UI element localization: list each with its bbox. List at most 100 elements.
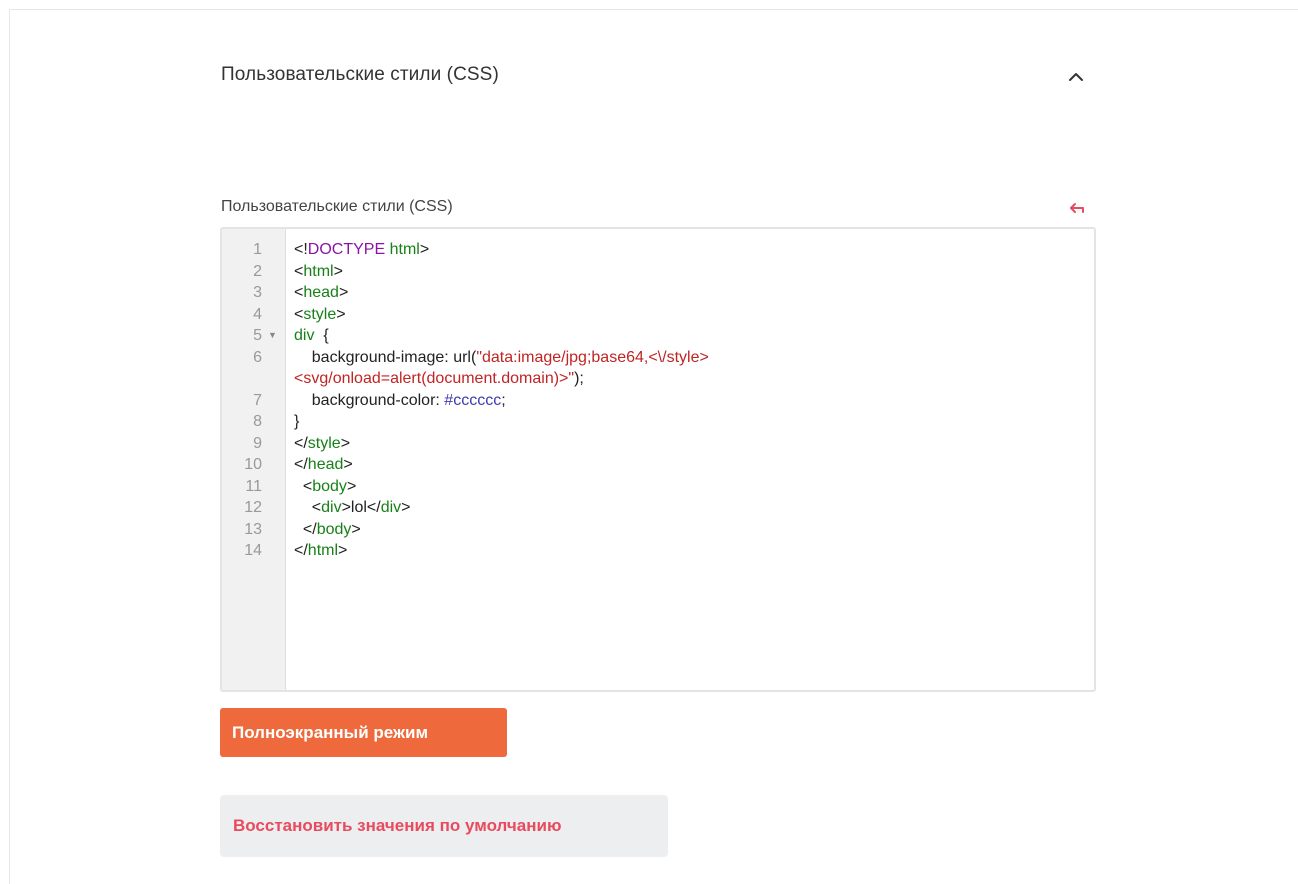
fold-toggle-icon[interactable]: ▼ [268, 325, 277, 346]
css-field-label: Пользовательские стили (CSS) [221, 198, 453, 215]
code-token: <svg/onload=alert(document.domain)>" [294, 370, 575, 387]
code-token: } [294, 413, 300, 430]
line-number: 11 [245, 477, 262, 495]
code-token: #cccccc [444, 391, 502, 409]
code-text: </head> [294, 454, 1094, 475]
code-token: body [312, 477, 347, 495]
field-label-row: Пользовательские стили (CSS) [221, 197, 1091, 221]
code-line[interactable]: 14 </html> [222, 540, 1094, 561]
code-line[interactable]: 4 <style> [222, 304, 1094, 325]
settings-page: Пользовательские стили (CSS) Пользовател… [0, 0, 1298, 884]
code-token: < [294, 262, 304, 280]
code-token: < [294, 284, 304, 301]
line-number: 14 [244, 542, 262, 559]
code-token: >lol</ [341, 499, 381, 516]
code-token: ); [574, 370, 584, 387]
code-text: background-color: #cccccc; [294, 390, 1094, 411]
code-text: div { [294, 325, 1094, 346]
line-number: 10 [244, 456, 262, 473]
fullscreen-button[interactable]: Полноэкранный режим [220, 708, 507, 757]
code-token: > [346, 477, 357, 495]
code-line[interactable]: 1 <!DOCTYPE html> [222, 239, 1094, 260]
code-token: background-color: [294, 391, 445, 409]
code-text: } [294, 411, 1094, 432]
code-token: > [333, 262, 343, 280]
code-text: <div>lol</div> [294, 497, 1094, 518]
code-line[interactable]: 7 background-color: #cccccc; [222, 390, 1094, 411]
code-token: <! [294, 241, 308, 258]
code-text: <style> [294, 304, 1094, 325]
code-line[interactable]: 3 <head> [222, 282, 1094, 303]
left-divider [9, 9, 10, 884]
code-token: < [294, 477, 313, 495]
code-token: </ [294, 542, 308, 559]
section-header[interactable]: Пользовательские стили (CSS) [221, 60, 1091, 96]
undo-arrow-icon[interactable] [1067, 199, 1087, 217]
code-token: html [303, 262, 334, 280]
code-line[interactable]: 10 </head> [222, 454, 1094, 475]
code-line[interactable]: 5 ▼ div { [222, 325, 1094, 346]
code-token: html [307, 542, 339, 559]
top-divider [9, 9, 1298, 10]
code-token: style [307, 434, 341, 452]
code-token: < [294, 305, 304, 323]
code-token: "data:image/jpg;base64,<\/style> [476, 348, 709, 366]
code-token: </ [294, 434, 308, 452]
code-token: > [338, 284, 349, 301]
code-text: <!DOCTYPE html> [294, 239, 1094, 260]
code-token: > [419, 241, 430, 258]
code-line[interactable]: 6 background-image: url("data:image/jpg;… [222, 347, 1094, 368]
code-text: <svg/onload=alert(document.domain)>"); [294, 368, 1094, 389]
line-number: 12 [244, 499, 262, 516]
line-number: 13 [244, 520, 262, 538]
code-token: > [338, 542, 348, 559]
code-line[interactable]: 8} [222, 411, 1094, 432]
code-line[interactable]: 13 </body> [222, 519, 1094, 540]
chevron-up-icon[interactable] [1065, 66, 1087, 88]
code-token: ; [501, 391, 506, 409]
line-number: 7 [253, 391, 262, 409]
code-token: head [303, 284, 339, 301]
code-token: </ [294, 520, 317, 538]
code-line[interactable]: 2 <html> [222, 261, 1094, 282]
section-title: Пользовательские стили (CSS) [221, 64, 499, 85]
code-token: style [303, 305, 337, 323]
code-token: html [389, 241, 420, 258]
code-token: > [343, 456, 353, 473]
line-number: 2 [253, 262, 262, 280]
code-text: <html> [294, 261, 1094, 282]
line-number: 9 [253, 434, 262, 452]
code-token: head [307, 456, 344, 473]
code-token: DOCTYPE [307, 241, 386, 258]
code-line[interactable]: <svg/onload=alert(document.domain)>"); [222, 368, 1094, 389]
code-token: > [340, 434, 351, 452]
code-token: div [294, 327, 315, 344]
code-token: background-image: url( [294, 348, 477, 366]
code-token: > [336, 305, 346, 323]
code-line[interactable]: 12 <div>lol</div> [222, 497, 1094, 518]
code-text: <body> [294, 476, 1094, 497]
css-code-editor[interactable]: 1 <!DOCTYPE html> 2 <html> 3 <head> 4 <style> 5 ▼… [220, 227, 1096, 692]
code-token: div [380, 499, 402, 516]
code-token: > [401, 499, 411, 516]
code-text: <head> [294, 282, 1094, 303]
code-token: body [316, 520, 352, 538]
code-text: </body> [294, 519, 1094, 540]
code-text: </html> [294, 540, 1094, 561]
code-text: </style> [294, 433, 1094, 454]
line-number: 5 [253, 327, 262, 344]
code-line[interactable]: 11 <body> [222, 476, 1094, 497]
code-text: background-image: url("data:image/jpg;ba… [294, 347, 1094, 368]
code-token: > [351, 520, 361, 538]
code-token: </ [294, 456, 308, 473]
line-number: 1 [253, 241, 262, 258]
code-token: div [321, 499, 342, 516]
line-number: 3 [253, 284, 262, 301]
line-number: 8 [253, 413, 262, 430]
line-number: 6 [253, 348, 262, 366]
line-number: 4 [253, 305, 262, 323]
restore-defaults-button[interactable]: Восстановить значения по умолчанию [220, 795, 668, 857]
code-token: { [314, 327, 329, 344]
code-line[interactable]: 9 </style> [222, 433, 1094, 454]
code-token: < [294, 499, 322, 516]
